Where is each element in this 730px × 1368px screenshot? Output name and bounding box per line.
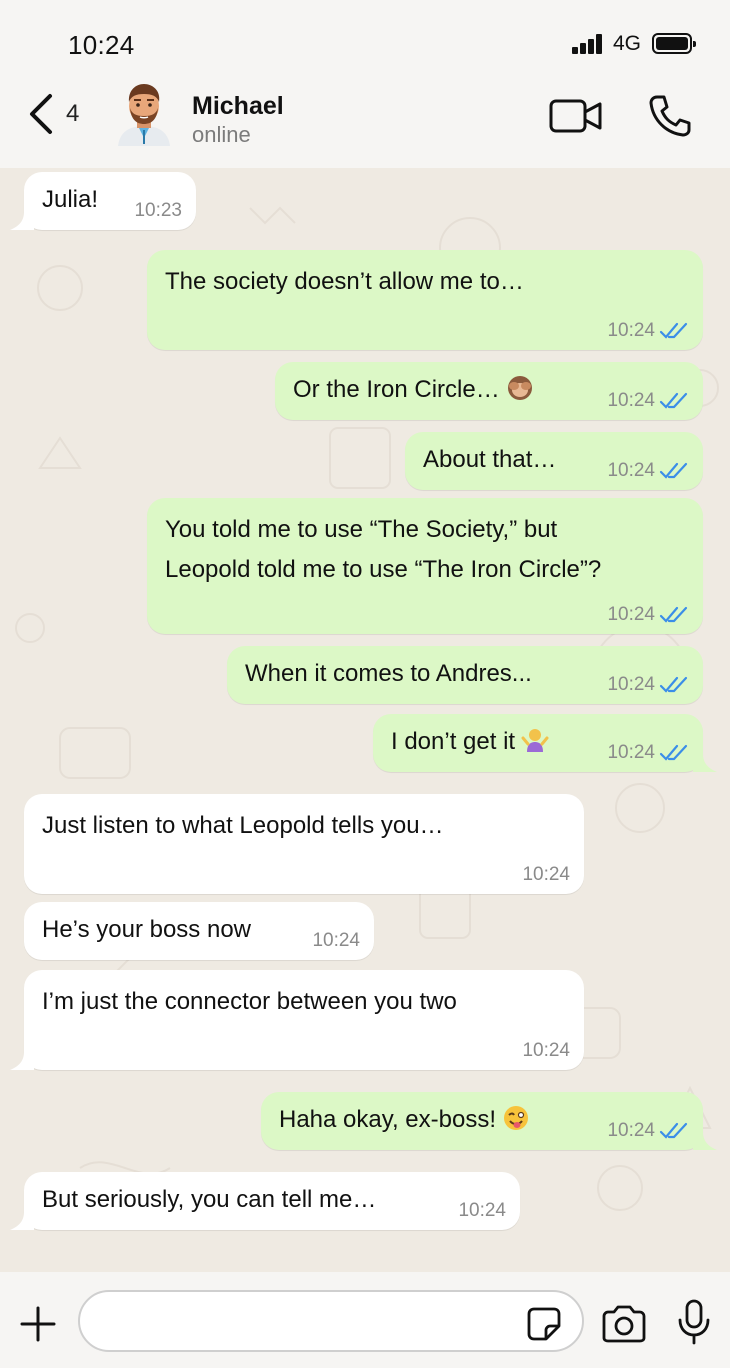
message-composer [0, 1272, 730, 1368]
message-time: 10:24 [458, 1200, 506, 1221]
message-time: 10:24 [522, 1040, 570, 1061]
message-text: I don’t get it [391, 728, 516, 755]
message-bubble-outgoing[interactable]: Haha okay, ex-boss! 10:24 [261, 1092, 717, 1150]
message-time: 10:24 [607, 742, 655, 763]
read-receipt-icon [659, 676, 688, 693]
message-text: Julia! [42, 186, 99, 213]
message-bubble-outgoing[interactable]: When it comes to Andres... 10:24 [227, 646, 703, 704]
unread-count: 4 [66, 100, 80, 127]
see-no-evil-monkey-icon [507, 376, 532, 400]
message-time: 10:24 [607, 320, 655, 341]
message-time: 10:24 [607, 390, 655, 411]
message-text: But seriously, you can tell me… [42, 1186, 377, 1213]
plus-icon[interactable] [18, 1304, 58, 1344]
message-text-line: Leopold told me to use “The Iron Circle”… [165, 556, 602, 583]
message-time: 10:24 [607, 1120, 655, 1141]
phone-icon[interactable] [648, 94, 692, 138]
video-call-icon[interactable] [548, 98, 604, 134]
person-shrugging-icon [521, 729, 549, 752]
message-text: About that… [423, 446, 557, 473]
network-type: 4G [613, 32, 642, 55]
message-time: 10:24 [312, 930, 360, 951]
message-text: Or the Iron Circle… [293, 376, 500, 403]
status-bar: 10:24 4G [0, 0, 730, 80]
battery-icon [652, 33, 696, 54]
message-text: The society doesn’t allow me to… [165, 268, 524, 295]
contact-status: online [192, 122, 251, 147]
message-time: 10:24 [607, 674, 655, 695]
chat-area[interactable]: Julia! 10:23 The society doesn’t allow m… [0, 168, 730, 1272]
message-bubble-outgoing[interactable]: Or the Iron Circle… 10:24 [275, 362, 703, 420]
message-bubble-incoming[interactable]: I’m just the connector between you two 1… [10, 970, 584, 1070]
message-text: He’s your boss now [42, 916, 251, 943]
back-button[interactable]: 4 [26, 92, 86, 136]
message-input[interactable] [78, 1290, 584, 1352]
read-receipt-icon [659, 392, 688, 409]
message-text: I’m just the connector between you two [42, 988, 457, 1015]
read-receipt-icon [659, 744, 688, 761]
status-time: 10:24 [68, 30, 135, 60]
message-bubble-outgoing[interactable]: You told me to use “The Society,” but Le… [147, 498, 703, 634]
contact-name[interactable]: Michael [192, 92, 284, 121]
message-text: Just listen to what Leopold tells you… [42, 812, 444, 839]
read-receipt-icon [659, 462, 688, 479]
message-bubble-outgoing[interactable]: I don’t get it 10:24 [373, 714, 717, 772]
read-receipt-icon [659, 322, 688, 339]
message-time: 10:24 [607, 460, 655, 481]
microphone-icon[interactable] [676, 1298, 712, 1346]
message-bubble-incoming[interactable]: Just listen to what Leopold tells you… 1… [24, 794, 584, 894]
sticker-icon[interactable] [526, 1306, 562, 1342]
chevron-left-icon [30, 94, 52, 134]
message-bubble-outgoing[interactable]: The society doesn’t allow me to… 10:24 [147, 250, 703, 350]
message-bubble-incoming[interactable]: But seriously, you can tell me… 10:24 [10, 1172, 520, 1230]
camera-icon[interactable] [600, 1304, 648, 1344]
message-bubble-incoming[interactable]: Julia! 10:23 [10, 172, 196, 230]
read-receipt-icon [659, 606, 688, 623]
winking-face-with-tongue-icon [504, 1106, 528, 1130]
message-time: 10:23 [134, 200, 182, 221]
signal-icon [572, 34, 606, 54]
message-bubble-incoming[interactable]: He’s your boss now 10:24 [24, 902, 374, 960]
message-time: 10:24 [522, 864, 570, 885]
read-receipt-icon [659, 1122, 688, 1139]
message-text: Haha okay, ex-boss! [279, 1106, 496, 1133]
message-text-line: You told me to use “The Society,” but [165, 516, 558, 543]
chat-header: 4 Michael online [0, 80, 730, 168]
message-time: 10:24 [607, 604, 655, 625]
avatar[interactable] [112, 80, 176, 146]
message-bubble-outgoing[interactable]: About that… 10:24 [405, 432, 703, 490]
message-text: When it comes to Andres... [245, 660, 532, 687]
